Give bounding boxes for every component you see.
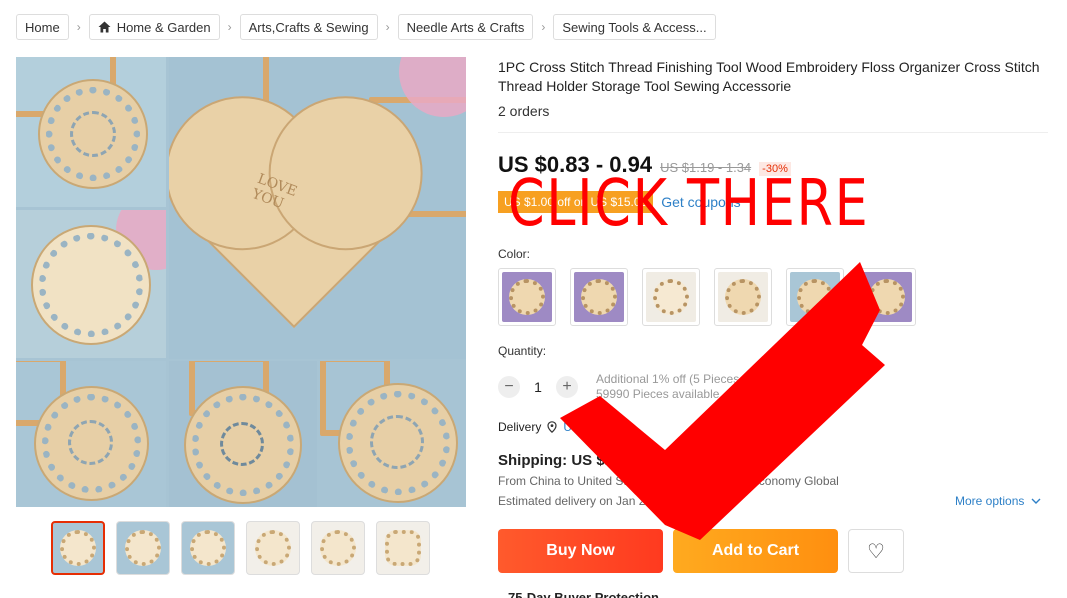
quantity-info: Additional 1% off (5 Pieces or more) 599… [596,372,788,402]
collage-tile [169,361,317,507]
buy-now-button[interactable]: Buy Now [498,529,663,573]
color-swatch[interactable] [498,268,556,326]
color-label: Color: [498,247,531,261]
delivery-label: Delivery [498,420,542,434]
quantity-label: Quantity: [498,344,547,358]
breadcrumb-separator: › [76,20,81,34]
chevron-down-icon [1031,498,1041,504]
click-there-annotation: CLICK THERE [508,167,870,241]
more-options-label: More options [955,494,1025,508]
thumbnail-strip [51,521,430,575]
collage-tile [16,57,166,207]
collage-tile-heart: LOVE YOU [169,57,466,359]
heart-icon: ♡ [867,540,885,563]
breadcrumb-label: Home [25,19,60,35]
color-options [498,268,916,326]
breadcrumb-home-garden[interactable]: Home & Garden [88,14,220,40]
thumbnail[interactable] [116,521,170,575]
color-swatch[interactable] [570,268,628,326]
buyer-protection: 75-Day Buyer Protection [508,590,659,598]
wishlist-button[interactable]: ♡ [848,529,904,573]
breadcrumb-separator: › [227,20,232,34]
breadcrumb-home[interactable]: Home [16,14,69,40]
bulk-discount-text: Additional 1% off (5 Pieces or more) [596,372,788,386]
stock-text: 59990 Pieces available [596,387,720,401]
breadcrumb-sewing-tools[interactable]: Sewing Tools & Access... [553,14,716,40]
shipping-price: Shipping: US $1.47 [498,452,634,469]
delivery-location-link[interactable]: United States [563,420,635,434]
breadcrumb-separator: › [385,20,390,34]
breadcrumb-arts-crafts[interactable]: Arts,Crafts & Sewing [239,14,378,40]
breadcrumb-label: Sewing Tools & Access... [562,19,707,35]
thumbnail[interactable] [311,521,365,575]
add-to-cart-button[interactable]: Add to Cart [673,529,838,573]
breadcrumb-needle-arts[interactable]: Needle Arts & Crafts [397,14,534,40]
color-swatch[interactable] [642,268,700,326]
quantity-plus-button[interactable]: + [556,376,578,398]
breadcrumb-label: Home & Garden [116,19,211,35]
breadcrumb: Home › Home & Garden › Arts,Crafts & Sew… [16,14,716,40]
thumbnail[interactable] [246,521,300,575]
breadcrumb-label: Arts,Crafts & Sewing [248,19,369,35]
house-icon [98,21,111,33]
breadcrumb-label: Needle Arts & Crafts [406,19,525,35]
product-main-image[interactable]: LOVE YOU [16,57,466,507]
product-title: 1PC Cross Stitch Thread Finishing Tool W… [498,59,1040,94]
thumbnail[interactable] [181,521,235,575]
delivery-row: Delivery United States [498,420,635,434]
color-swatch[interactable] [858,268,916,326]
thumbnail[interactable] [376,521,430,575]
collage-tile [320,361,466,507]
quantity-minus-button[interactable]: − [498,376,520,398]
location-pin-icon [547,421,557,433]
thumbnail[interactable] [51,521,105,575]
breadcrumb-separator: › [541,20,546,34]
color-swatch[interactable] [714,268,772,326]
more-options-link[interactable]: More options [955,494,1041,508]
color-swatch[interactable] [786,268,844,326]
quantity-stepper: − 1 + Additional 1% off (5 Pieces or mor… [498,372,788,402]
divider [498,132,1048,133]
shipping-route: From China to United States via Cainiao … [498,474,839,488]
quantity-value[interactable]: 1 [530,379,546,395]
collage-tile [16,210,166,358]
order-count: 2 orders [498,103,550,119]
estimated-delivery: Estimated delivery on Jan 29 [498,494,653,508]
collage-tile [16,361,166,507]
